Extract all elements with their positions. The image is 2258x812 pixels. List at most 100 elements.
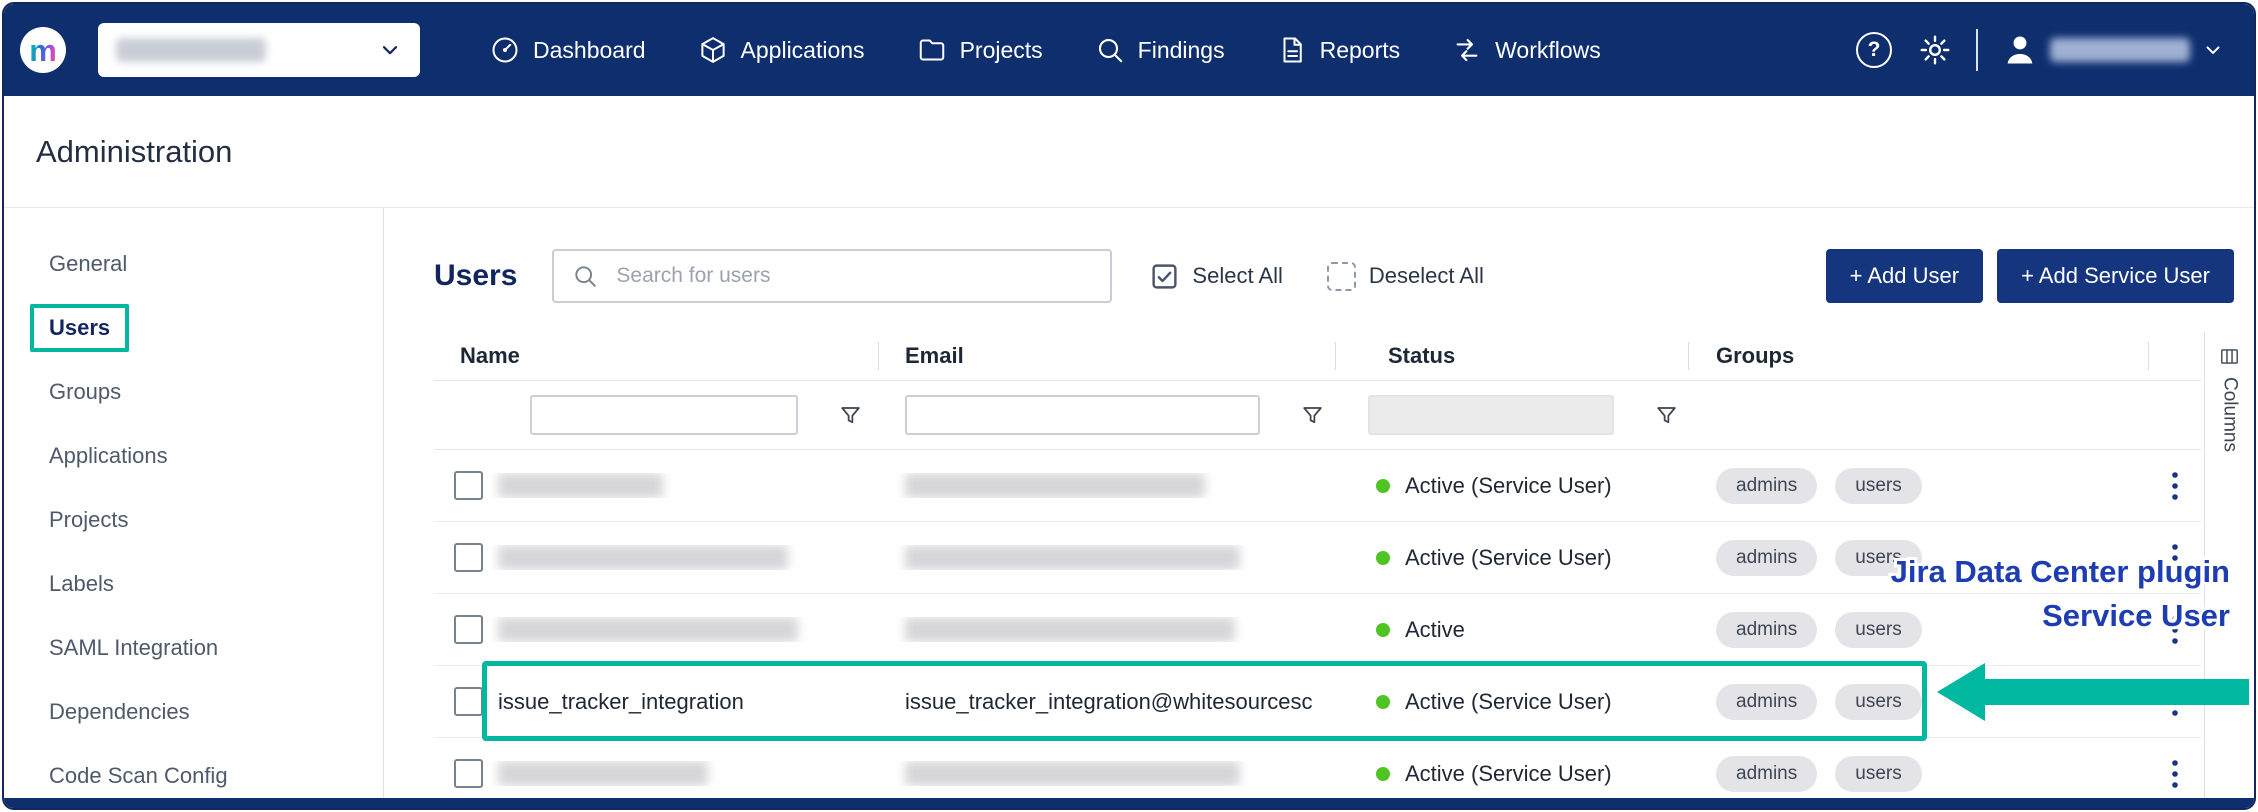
redacted-user-name — [498, 545, 788, 570]
nav-item-projects[interactable]: Projects — [891, 35, 1069, 65]
user-email-cell — [879, 761, 1336, 786]
row-menu-kebab-icon[interactable] — [2169, 470, 2181, 502]
user-status-cell: Active (Service User) — [1336, 473, 1689, 499]
row-checkbox-cell — [434, 615, 490, 644]
row-checkbox[interactable] — [454, 471, 483, 500]
status-filter-input[interactable] — [1368, 395, 1614, 435]
group-badge-users: users — [1835, 756, 1921, 792]
name-filter-funnel-icon[interactable] — [838, 403, 863, 428]
group-badge-admins: admins — [1716, 468, 1817, 504]
name-filter-cell — [434, 395, 879, 435]
redacted-user-email — [905, 617, 1235, 642]
select-all-button[interactable]: Select All — [1150, 262, 1283, 291]
sidebar-item-saml-integration[interactable]: SAML Integration — [4, 616, 383, 680]
name-filter-input[interactable] — [530, 395, 798, 435]
app-window: m Dashboard Applications Projects Findin… — [2, 2, 2256, 810]
user-search-box — [552, 249, 1112, 303]
user-name-cell — [490, 545, 879, 570]
nav-right-controls: ? — [1856, 29, 2238, 71]
sidebar-item-projects[interactable]: Projects — [4, 488, 383, 552]
email-filter-cell — [879, 395, 1336, 435]
group-badge-admins: admins — [1716, 540, 1817, 576]
reports-icon — [1277, 35, 1307, 65]
nav-label-workflows: Workflows — [1495, 37, 1601, 64]
user-menu[interactable] — [2002, 32, 2224, 68]
sidebar-item-users[interactable]: Users — [4, 296, 383, 360]
redacted-user-name — [498, 473, 663, 498]
arrow-body — [1983, 679, 2249, 705]
annotation-line-2: Service User — [1891, 594, 2230, 638]
projects-icon — [917, 35, 947, 65]
annotation-arrow-icon — [1937, 663, 2249, 721]
dashed-square-icon — [1327, 262, 1356, 291]
row-checkbox[interactable] — [454, 759, 483, 788]
row-checkbox-cell — [434, 759, 490, 788]
users-heading: Users — [434, 259, 517, 293]
nav-item-workflows[interactable]: Workflows — [1426, 35, 1627, 65]
user-status-cell: Active (Service User) — [1336, 761, 1689, 787]
user-name-cell: issue_tracker_integration — [490, 689, 879, 715]
search-icon — [572, 263, 598, 289]
sidebar-item-general[interactable]: General — [4, 232, 383, 296]
status-text: Active (Service User) — [1405, 689, 1612, 715]
user-groups-cell: admins users — [1689, 756, 2149, 792]
column-header-email: Email — [879, 332, 1336, 380]
help-glyph: ? — [1868, 38, 1881, 62]
email-filter-funnel-icon[interactable] — [1300, 403, 1325, 428]
settings-button[interactable] — [1918, 33, 1952, 67]
help-icon[interactable]: ? — [1856, 32, 1892, 68]
row-menu-kebab-icon[interactable] — [2169, 758, 2181, 790]
user-email: issue_tracker_integration@whitesourcesc — [905, 689, 1313, 714]
page-header: Administration — [4, 96, 2254, 208]
row-checkbox[interactable] — [454, 687, 483, 716]
status-text: Active (Service User) — [1405, 473, 1612, 499]
sidebar-label-code-scan-config: Code Scan Config — [49, 763, 228, 789]
nav-item-applications[interactable]: Applications — [672, 35, 891, 65]
sidebar-label-labels: Labels — [49, 571, 114, 597]
table-row: issue_tracker_integration issue_tracker_… — [434, 666, 2201, 738]
group-badge-admins: admins — [1716, 756, 1817, 792]
nav-item-dashboard[interactable]: Dashboard — [464, 35, 672, 65]
dashboard-icon — [490, 35, 520, 65]
column-header-actions — [2149, 332, 2201, 380]
annotation-callout: Jira Data Center plugin Service User — [1891, 550, 2230, 638]
user-status-cell: Active (Service User) — [1336, 545, 1689, 571]
nav-label-reports: Reports — [1320, 37, 1401, 64]
nav-item-findings[interactable]: Findings — [1069, 35, 1251, 65]
table-row: Active (Service User) adminsusers — [434, 450, 2201, 522]
email-filter-input[interactable] — [905, 395, 1260, 435]
sidebar-item-applications[interactable]: Applications — [4, 424, 383, 488]
sidebar-label-dependencies: Dependencies — [49, 699, 190, 725]
redacted-user-email — [905, 473, 1205, 498]
deselect-all-button[interactable]: Deselect All — [1327, 262, 1484, 291]
column-header-groups: Groups — [1689, 332, 2149, 380]
annotation-line-1: Jira Data Center plugin — [1891, 550, 2230, 594]
sidebar-item-labels[interactable]: Labels — [4, 552, 383, 616]
column-header-status: Status — [1336, 332, 1689, 380]
nav-label-findings: Findings — [1138, 37, 1225, 64]
row-checkbox-cell — [434, 471, 490, 500]
user-email-cell: issue_tracker_integration@whitesourcesc — [879, 689, 1336, 715]
sidebar-label-projects: Projects — [49, 507, 128, 533]
organization-selector[interactable] — [98, 23, 420, 77]
search-input[interactable] — [614, 263, 1092, 289]
user-email-cell — [879, 473, 1336, 498]
group-badge-users: users — [1835, 684, 1921, 720]
sidebar-item-groups[interactable]: Groups — [4, 360, 383, 424]
redacted-user-name — [498, 761, 708, 786]
row-checkbox[interactable] — [454, 615, 483, 644]
sidebar-item-dependencies[interactable]: Dependencies — [4, 680, 383, 744]
add-user-button[interactable]: + Add User — [1826, 249, 1983, 303]
status-filter-funnel-icon[interactable] — [1654, 403, 1679, 428]
admin-sidebar: General Users Groups Applications Projec… — [4, 208, 384, 798]
user-name-cell — [490, 473, 879, 498]
add-service-user-button[interactable]: + Add Service User — [1997, 249, 2234, 303]
user-groups-cell: adminsusers — [1689, 468, 2149, 504]
checkbox-checked-icon — [1150, 262, 1179, 291]
row-checkbox[interactable] — [454, 543, 483, 572]
status-text: Active (Service User) — [1405, 761, 1612, 787]
nav-item-reports[interactable]: Reports — [1251, 35, 1427, 65]
sidebar-label-groups: Groups — [49, 379, 121, 405]
redacted-username — [2050, 38, 2190, 62]
user-avatar-icon — [2002, 32, 2038, 68]
